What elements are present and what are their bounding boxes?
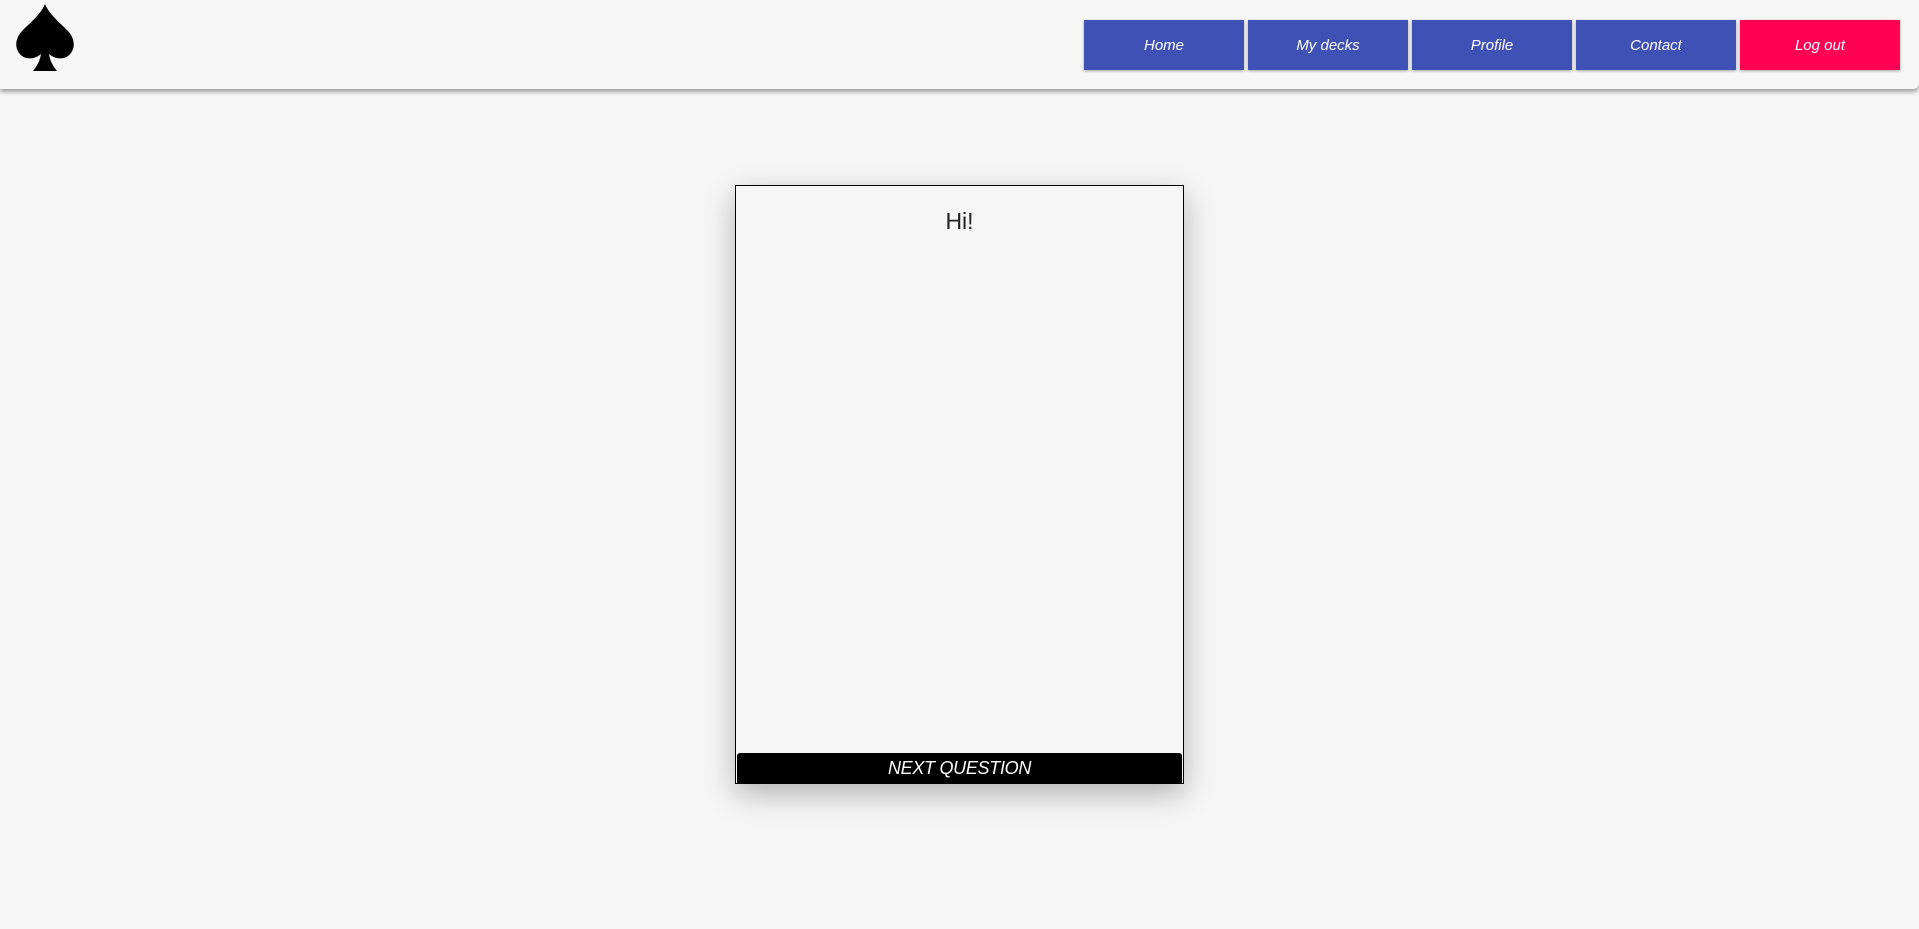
nav-home-button[interactable]: Home bbox=[1084, 20, 1244, 70]
question-card: Hi! NEXT QUESTION bbox=[735, 185, 1184, 784]
spade-icon[interactable] bbox=[15, 4, 75, 72]
next-question-button[interactable]: NEXT QUESTION bbox=[737, 753, 1182, 783]
card-question-text: Hi! bbox=[945, 208, 974, 234]
nav-contact-button[interactable]: Contact bbox=[1576, 20, 1736, 70]
header-bar: Home My decks Profile Contact Log out bbox=[0, 0, 1919, 89]
nav-profile-button[interactable]: Profile bbox=[1412, 20, 1572, 70]
logout-button[interactable]: Log out bbox=[1740, 20, 1900, 70]
main-nav: Home My decks Profile Contact Log out bbox=[1084, 20, 1900, 70]
nav-my-decks-button[interactable]: My decks bbox=[1248, 20, 1408, 70]
